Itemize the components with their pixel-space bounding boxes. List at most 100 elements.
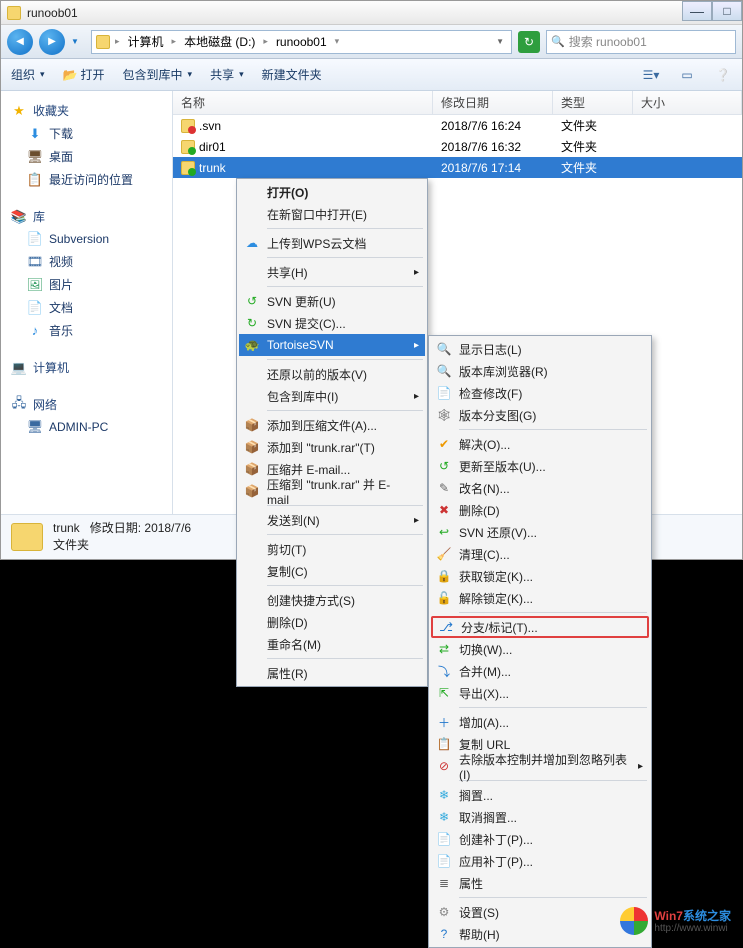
minimize-button[interactable]: — <box>682 1 712 21</box>
menu-item[interactable]: ⇱导出(X)... <box>431 682 649 704</box>
menu-item[interactable]: ↺SVN 更新(U) <box>239 290 425 312</box>
menu-item[interactable]: ＋增加(A)... <box>431 711 649 733</box>
details-mod-date: 2018/7/6 <box>144 521 191 535</box>
sidebar-item-music[interactable]: 音乐 <box>5 319 168 342</box>
sidebar-item-pictures[interactable]: 图片 <box>5 273 168 296</box>
back-button[interactable] <box>7 29 33 55</box>
breadcrumb-segment[interactable]: runoob01 <box>273 35 330 49</box>
organize-button[interactable]: 组织 <box>11 66 45 83</box>
nav-history-dropdown[interactable]: ▼ <box>71 37 85 46</box>
col-date[interactable]: 修改日期 <box>433 91 553 114</box>
help-button[interactable]: ❔ <box>714 66 732 84</box>
navbar: ▼ ▸ 计算机 ▸ 本地磁盘 (D:) ▸ runoob01 ▾ ▼ 搜索 ru… <box>1 25 742 59</box>
sidebar-libraries[interactable]: 库 <box>5 205 168 228</box>
menu-item[interactable]: 属性(R) <box>239 662 425 684</box>
sidebar-network[interactable]: 网络 <box>5 393 168 416</box>
menu-item[interactable]: ✔解决(O)... <box>431 433 649 455</box>
menu-item[interactable]: ❄搁置... <box>431 784 649 806</box>
new-folder-button[interactable]: 新建文件夹 <box>262 66 322 83</box>
preview-pane-button[interactable]: ▭ <box>678 66 696 84</box>
include-library-button[interactable]: 包含到库中 <box>123 66 193 83</box>
maximize-button[interactable]: □ <box>712 1 742 21</box>
menu-item[interactable]: ⊘去除版本控制并增加到忽略列表(I) <box>431 755 649 777</box>
menu-label: 设置(S) <box>459 904 499 921</box>
menu-item[interactable]: 打开(O) <box>239 181 425 203</box>
menu-item[interactable]: ⤵合并(M)... <box>431 660 649 682</box>
sidebar-item-videos[interactable]: 视频 <box>5 250 168 273</box>
breadcrumb[interactable]: ▸ 计算机 ▸ 本地磁盘 (D:) ▸ runoob01 ▾ ▼ <box>91 30 512 54</box>
menu-item[interactable]: 在新窗口中打开(E) <box>239 203 425 225</box>
menu-item[interactable]: 🔍显示日志(L) <box>431 338 649 360</box>
sidebar-computer[interactable]: 计算机 <box>5 356 168 379</box>
menu-item[interactable]: 🔒获取锁定(K)... <box>431 565 649 587</box>
menu-item[interactable]: 共享(H) <box>239 261 425 283</box>
chevron-down-icon[interactable]: ▾ <box>332 36 343 47</box>
menu-item[interactable]: ⇄切换(W)... <box>431 638 649 660</box>
view-options-button[interactable]: ☰▾ <box>642 66 660 84</box>
forward-button[interactable] <box>39 29 65 55</box>
sidebar-item-downloads[interactable]: 下载 <box>5 122 168 145</box>
menu-item[interactable]: 🕸版本分支图(G) <box>431 404 649 426</box>
share-button[interactable]: 共享 <box>210 66 244 83</box>
menu-item[interactable]: 包含到库中(I) <box>239 385 425 407</box>
column-headers: 名称 修改日期 类型 大小 <box>173 91 742 115</box>
menu-item[interactable]: 📦压缩到 "trunk.rar" 并 E-mail <box>239 480 425 502</box>
sidebar-item-recent[interactable]: 最近访问的位置 <box>5 168 168 191</box>
menu-item[interactable]: ↻SVN 提交(C)... <box>239 312 425 334</box>
menu-item[interactable]: 还原以前的版本(V) <box>239 363 425 385</box>
refresh-button[interactable] <box>518 31 540 53</box>
menu-item[interactable]: ↩SVN 还原(V)... <box>431 521 649 543</box>
menu-item[interactable]: 🔓解除锁定(K)... <box>431 587 649 609</box>
watermark-logo <box>620 907 648 935</box>
breadcrumb-segment[interactable]: 本地磁盘 (D:) <box>181 33 258 50</box>
col-type[interactable]: 类型 <box>553 91 633 114</box>
col-name[interactable]: 名称 <box>173 91 433 114</box>
sidebar-item-desktop[interactable]: 桌面 <box>5 145 168 168</box>
menu-item[interactable]: ✖删除(D) <box>431 499 649 521</box>
search-input[interactable]: 搜索 runoob01 <box>546 30 736 54</box>
menu-item[interactable]: ⚙设置(S) <box>431 901 649 923</box>
menu-icon: ☁ <box>243 236 261 250</box>
menu-item[interactable]: 剪切(T) <box>239 538 425 560</box>
breadcrumb-segment[interactable]: 计算机 <box>125 33 167 50</box>
menu-item[interactable]: ✎改名(N)... <box>431 477 649 499</box>
menu-item[interactable]: 🧹清理(C)... <box>431 543 649 565</box>
col-size[interactable]: 大小 <box>633 91 742 114</box>
menu-item[interactable]: ⎇分支/标记(T)... <box>431 616 649 638</box>
recent-icon <box>27 172 43 188</box>
chevron-right-icon: ▸ <box>260 36 271 47</box>
menu-item[interactable]: 创建快捷方式(S) <box>239 589 425 611</box>
menu-label: 发送到(N) <box>267 512 320 529</box>
table-row[interactable]: .svn2018/7/6 16:24文件夹 <box>173 115 742 136</box>
menu-item[interactable]: ≣属性 <box>431 872 649 894</box>
menu-item[interactable]: ❄取消搁置... <box>431 806 649 828</box>
table-row[interactable]: dir012018/7/6 16:32文件夹 <box>173 136 742 157</box>
chevron-down-icon[interactable]: ▼ <box>493 37 507 46</box>
sidebar-item-subversion[interactable]: Subversion <box>5 228 168 250</box>
menu-item[interactable]: 重命名(M) <box>239 633 425 655</box>
menu-icon: 🧹 <box>435 547 453 561</box>
menu-label: 在新窗口中打开(E) <box>267 206 367 223</box>
menu-item[interactable]: 复制(C) <box>239 560 425 582</box>
menu-item[interactable]: ↺更新至版本(U)... <box>431 455 649 477</box>
menu-item[interactable]: ☁上传到WPS云文档 <box>239 232 425 254</box>
open-button[interactable]: 📂打开 <box>63 66 105 83</box>
sidebar-item-pc[interactable]: ADMIN-PC <box>5 416 168 438</box>
sidebar-item-documents[interactable]: 文档 <box>5 296 168 319</box>
menu-item[interactable]: 🔍版本库浏览器(R) <box>431 360 649 382</box>
menu-icon: 🔓 <box>435 591 453 605</box>
menu-label: 合并(M)... <box>459 663 511 680</box>
menu-item[interactable]: 📄应用补丁(P)... <box>431 850 649 872</box>
menu-item[interactable]: ?帮助(H) <box>431 923 649 945</box>
menu-item[interactable]: 📦添加到压缩文件(A)... <box>239 414 425 436</box>
menu-label: 打开(O) <box>267 184 308 201</box>
menu-item[interactable]: 📦添加到 "trunk.rar"(T) <box>239 436 425 458</box>
menu-item[interactable]: 发送到(N) <box>239 509 425 531</box>
table-row[interactable]: trunk2018/7/6 17:14文件夹 <box>173 157 742 178</box>
menu-item[interactable]: 删除(D) <box>239 611 425 633</box>
menu-item[interactable]: 🐢TortoiseSVN <box>239 334 425 356</box>
sidebar-favorites[interactable]: 收藏夹 <box>5 99 168 122</box>
menu-icon: ✎ <box>435 481 453 495</box>
menu-item[interactable]: 📄创建补丁(P)... <box>431 828 649 850</box>
menu-item[interactable]: 📄检查修改(F) <box>431 382 649 404</box>
